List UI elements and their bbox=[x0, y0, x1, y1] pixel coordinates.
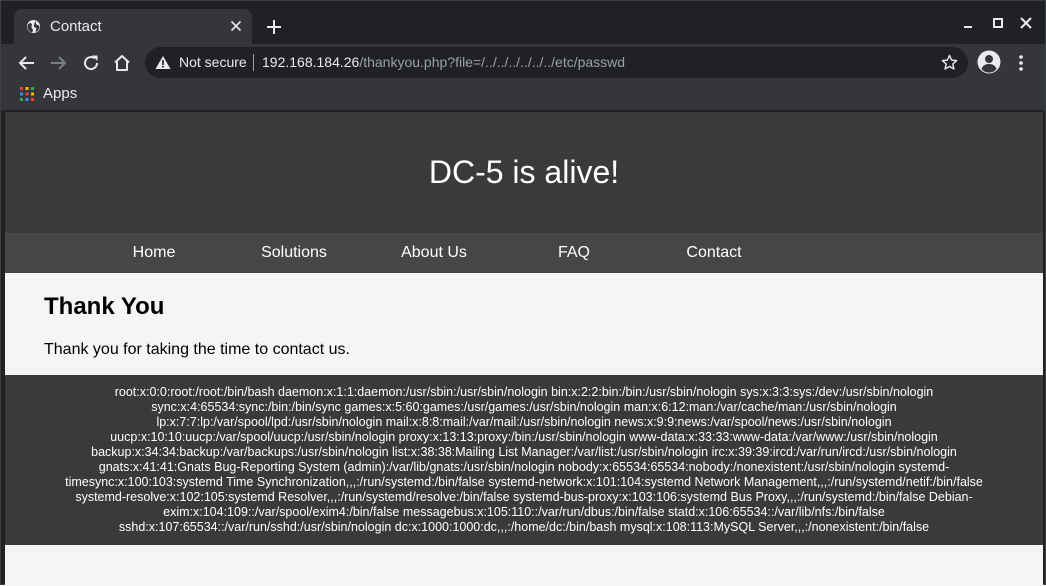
back-arrow-icon[interactable] bbox=[17, 53, 37, 73]
main-content: Thank You Thank you for taking the time … bbox=[5, 273, 1043, 375]
thank-you-message: Thank you for taking the time to contact… bbox=[44, 341, 350, 358]
nav-link-about-us[interactable]: About Us bbox=[401, 244, 467, 262]
output-line: backup:x:34:34:backup:/var/backups:/usr/… bbox=[91, 445, 957, 459]
output-line: lp:x:7:7:lp:/var/spool/lpd:/usr/sbin/nol… bbox=[156, 415, 892, 429]
browser-toolbar: Not secure 192.168.184.26/thankyou.php?f… bbox=[1, 44, 1045, 81]
output-line: sync:x:4:65534:sync:/bin:/bin/sync games… bbox=[151, 400, 897, 414]
nav-link-faq[interactable]: FAQ bbox=[558, 244, 590, 262]
home-icon[interactable] bbox=[112, 53, 132, 73]
bookmarks-bar: Apps bbox=[1, 81, 1045, 111]
site-navigation: Home Solutions About Us FAQ Contact bbox=[5, 233, 1043, 273]
tab-title: Contact bbox=[50, 18, 102, 35]
tab-strip: Contact bbox=[1, 1, 1045, 44]
output-line: timesync:x:100:103:systemd Time Synchron… bbox=[65, 475, 983, 489]
reload-icon[interactable] bbox=[81, 53, 101, 73]
web-page: DC-5 is alive! Home Solutions About Us F… bbox=[5, 112, 1043, 586]
maximize-icon[interactable] bbox=[990, 15, 1006, 31]
forward-arrow-icon[interactable] bbox=[48, 53, 68, 73]
output-line: sshd:x:107:65534::/var/run/sshd:/usr/sbi… bbox=[118, 520, 930, 534]
page-footer-area bbox=[5, 545, 1043, 586]
close-window-icon[interactable] bbox=[1018, 15, 1034, 31]
output-line: gnats:x:41:41:Gnats Bug-Reporting System… bbox=[98, 460, 950, 474]
url-text[interactable]: 192.168.184.26/thankyou.php?file=/../../… bbox=[262, 54, 625, 70]
minimize-icon[interactable] bbox=[961, 15, 977, 31]
apps-grid-icon[interactable] bbox=[20, 87, 34, 101]
more-menu-icon[interactable] bbox=[1013, 53, 1029, 73]
browser-window: Contact Not secure 192.168.184.26/thanky… bbox=[0, 0, 1046, 586]
globe-icon bbox=[26, 19, 41, 34]
tab-close-icon[interactable] bbox=[228, 18, 244, 34]
security-status-label[interactable]: Not secure bbox=[179, 54, 247, 70]
profile-avatar-icon[interactable] bbox=[977, 50, 1001, 74]
new-tab-plus-icon[interactable] bbox=[265, 18, 283, 36]
warning-triangle-icon[interactable] bbox=[155, 55, 171, 70]
browser-tab[interactable]: Contact bbox=[14, 9, 252, 44]
output-line: uucp:x:10:10:uucp:/var/spool/uucp:/usr/s… bbox=[110, 430, 938, 444]
output-line: exim:x:104:109::/var/spool/exim4:/bin/fa… bbox=[163, 505, 885, 519]
output-line: root:x:0:0:root:/root:/bin/bash daemon:x… bbox=[114, 385, 934, 399]
passwd-file-contents: root:x:0:0:root:/root:/bin/bash daemon:x… bbox=[25, 385, 1023, 535]
file-output-panel: root:x:0:0:root:/root:/bin/bash daemon:x… bbox=[5, 375, 1043, 545]
address-bar[interactable]: Not secure 192.168.184.26/thankyou.php?f… bbox=[145, 47, 968, 78]
nav-link-solutions[interactable]: Solutions bbox=[261, 244, 327, 262]
page-heading: Thank You bbox=[44, 293, 165, 320]
output-line: systemd-resolve:x:102:105:systemd Resolv… bbox=[75, 490, 973, 504]
apps-bookmark[interactable]: Apps bbox=[43, 85, 77, 102]
nav-link-home[interactable]: Home bbox=[133, 244, 176, 262]
address-separator bbox=[253, 54, 254, 71]
nav-link-contact[interactable]: Contact bbox=[686, 244, 741, 262]
site-header: DC-5 is alive! bbox=[5, 112, 1043, 233]
url-path: /thankyou.php?file=/../../../../../../et… bbox=[359, 54, 626, 70]
site-title: DC-5 is alive! bbox=[428, 154, 620, 190]
url-host: 192.168.184.26 bbox=[262, 54, 360, 70]
bookmark-star-icon[interactable] bbox=[941, 54, 958, 71]
